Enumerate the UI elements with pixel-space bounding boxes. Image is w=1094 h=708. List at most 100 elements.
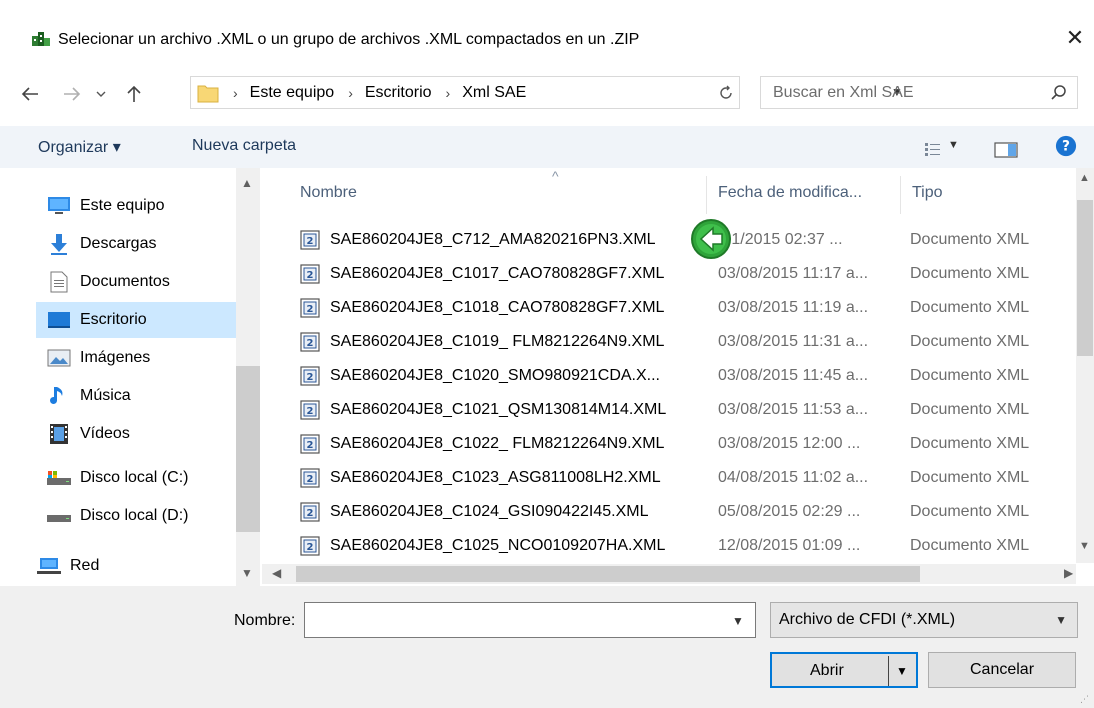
scroll-right-icon[interactable]: ▶: [1064, 566, 1073, 580]
sidebar-item-label: Este equipo: [80, 197, 165, 214]
file-type: Documento XML: [910, 435, 1030, 452]
resize-grip-icon[interactable]: ⋰: [1080, 694, 1089, 705]
chevron-right-icon: ›: [348, 84, 353, 101]
cancel-button[interactable]: Cancelar: [928, 652, 1076, 688]
sidebar-item-videos[interactable]: Vídeos: [36, 416, 130, 452]
chevron-right-icon: ›: [233, 84, 238, 101]
sidebar-item-label: Escritorio: [80, 311, 147, 328]
file-row[interactable]: 2 SAE860204JE8_C1017_CAO780828GF7.XML 03…: [262, 257, 1072, 291]
desktop-icon: [46, 309, 72, 331]
sidebar-item-label: Vídeos: [80, 425, 130, 442]
file-row[interactable]: 2 SAE860204JE8_C1022_ FLM8212264N9.XML 0…: [262, 427, 1072, 461]
help-icon[interactable]: ?: [1054, 135, 1078, 157]
breadcrumb-xml-sae[interactable]: Xml SAE: [462, 84, 526, 102]
organize-button[interactable]: Organizar ▾: [38, 137, 121, 157]
green-back-arrow-icon: [691, 219, 731, 259]
chevron-down-icon[interactable]: ▼: [1055, 613, 1067, 627]
sidebar-item-label: Imágenes: [80, 349, 151, 366]
chevron-down-icon[interactable]: [92, 82, 110, 106]
file-type-filter-value: Archivo de CFDI (*.XML): [779, 611, 956, 628]
sidebar-item-disco-d[interactable]: Disco local (D:): [36, 498, 188, 534]
drive-icon: [46, 505, 72, 527]
preview-pane-icon[interactable]: [994, 139, 1018, 161]
xml-file-icon: 2: [300, 502, 320, 522]
scroll-up-icon[interactable]: ▲: [241, 176, 253, 190]
sidebar-scrollbar-thumb[interactable]: [236, 366, 260, 532]
sidebar-item-disco-c[interactable]: Disco local (C:): [36, 460, 188, 496]
svg-text:2: 2: [307, 508, 314, 519]
file-row[interactable]: 2 SAE860204JE8_C1018_CAO780828GF7.XML 03…: [262, 291, 1072, 325]
navigation-pane: Este equipo Descargas Documentos Escrito…: [0, 168, 262, 586]
open-options-dropdown-icon[interactable]: ▼: [896, 664, 908, 678]
file-row[interactable]: 2 SAE860204JE8_C1021_QSM130814M14.XML 03…: [262, 393, 1072, 427]
view-options-icon[interactable]: [924, 138, 942, 160]
breadcrumb-este-equipo[interactable]: Este equipo: [250, 84, 335, 102]
chevron-down-icon[interactable]: ▼: [732, 614, 744, 628]
file-type: Documento XML: [910, 367, 1030, 384]
sidebar-item-musica[interactable]: Música: [36, 378, 131, 414]
file-name-input[interactable]: [304, 602, 756, 638]
column-header-date[interactable]: Fecha de modifica...: [718, 184, 862, 202]
sidebar-item-este-equipo[interactable]: Este equipo: [36, 188, 165, 224]
sidebar-item-label: Red: [70, 557, 100, 574]
xml-file-icon: 2: [300, 434, 320, 454]
file-row[interactable]: 2 SAE860204JE8_C1020_SMO980921CDA.X... 0…: [262, 359, 1072, 393]
column-divider[interactable]: [900, 176, 901, 214]
breadcrumb-escritorio[interactable]: Escritorio: [365, 84, 432, 102]
view-dropdown-icon[interactable]: ▼: [948, 139, 959, 151]
open-button[interactable]: Abrir ▼: [770, 652, 918, 688]
sidebar-item-label: Música: [80, 387, 131, 404]
arrow-left-icon[interactable]: [16, 82, 44, 106]
file-name: SAE860204JE8_C1024_GSI090422I45.XML: [330, 503, 649, 520]
xml-file-icon: 2: [300, 332, 320, 352]
scroll-up-icon[interactable]: ▲: [1079, 172, 1090, 184]
file-row[interactable]: 2 SAE860204JE8_C1023_ASG811008LH2.XML 04…: [262, 461, 1072, 495]
search-icon[interactable]: [1049, 83, 1069, 103]
open-button-label: Abrir: [810, 662, 844, 679]
refresh-icon[interactable]: [712, 76, 740, 109]
computer-icon: [46, 195, 72, 217]
sidebar-item-label: Descargas: [80, 235, 157, 252]
file-type: Documento XML: [910, 333, 1030, 350]
file-row[interactable]: 2 SAE860204JE8_C1025_NCO0109207HA.XML 12…: [262, 529, 1072, 563]
arrow-right-icon[interactable]: [58, 82, 86, 106]
network-icon: [36, 555, 62, 577]
images-icon: [46, 347, 72, 369]
file-date: 03/08/2015 11:19 a...: [718, 299, 869, 316]
file-row[interactable]: 2 SAE860204JE8_C1019_ FLM8212264N9.XML 0…: [262, 325, 1072, 359]
svg-text:2: 2: [307, 236, 314, 247]
file-type-select[interactable]: Archivo de CFDI (*.XML) ▼: [770, 602, 1078, 638]
horizontal-scrollbar-thumb[interactable]: [296, 566, 920, 582]
sidebar-item-documentos[interactable]: Documentos: [36, 264, 170, 300]
address-bar[interactable]: › Este equipo › Escritorio › Xml SAE ▼: [190, 76, 903, 109]
file-date: 05/08/2015 02:29 ...: [718, 503, 861, 520]
scroll-down-icon[interactable]: ▼: [1079, 540, 1090, 552]
search-box[interactable]: Buscar en Xml SAE: [760, 76, 1078, 109]
music-icon: [46, 385, 72, 407]
file-name: SAE860204JE8_C1019_ FLM8212264N9.XML: [330, 333, 665, 350]
file-date: 03/08/2015 11:45 a...: [718, 367, 869, 384]
sidebar-item-red[interactable]: Red: [26, 548, 99, 584]
scroll-down-icon[interactable]: ▼: [241, 566, 253, 580]
scroll-left-icon[interactable]: ◀: [272, 566, 281, 580]
file-date: 03/08/2015 11:17 a...: [718, 265, 869, 282]
sidebar-item-descargas[interactable]: Descargas: [36, 226, 156, 262]
close-icon[interactable]: ✕: [1064, 27, 1086, 49]
column-divider[interactable]: [706, 176, 707, 214]
column-header-type[interactable]: Tipo: [912, 184, 943, 202]
search-input[interactable]: Buscar en Xml SAE: [773, 84, 1049, 102]
vertical-scrollbar-thumb[interactable]: [1077, 200, 1093, 356]
drive-c-icon: [46, 467, 72, 489]
file-row[interactable]: 2 SAE860204JE8_C1024_GSI090422I45.XML 05…: [262, 495, 1072, 529]
sidebar-item-imagenes[interactable]: Imágenes: [36, 340, 150, 376]
sidebar-item-escritorio[interactable]: Escritorio: [36, 302, 236, 338]
file-type: Documento XML: [910, 265, 1030, 282]
new-folder-button[interactable]: Nueva carpeta: [192, 137, 296, 155]
svg-text:2: 2: [307, 270, 314, 281]
sort-ascending-icon: ^: [552, 168, 559, 184]
arrow-up-icon[interactable]: [120, 82, 148, 106]
xml-file-icon: 2: [300, 298, 320, 318]
column-header-name[interactable]: Nombre: [300, 184, 357, 202]
file-row[interactable]: 2 SAE860204JE8_C712_AMA820216PN3.XML /01…: [262, 223, 1072, 257]
file-name: SAE860204JE8_C1023_ASG811008LH2.XML: [330, 469, 661, 486]
